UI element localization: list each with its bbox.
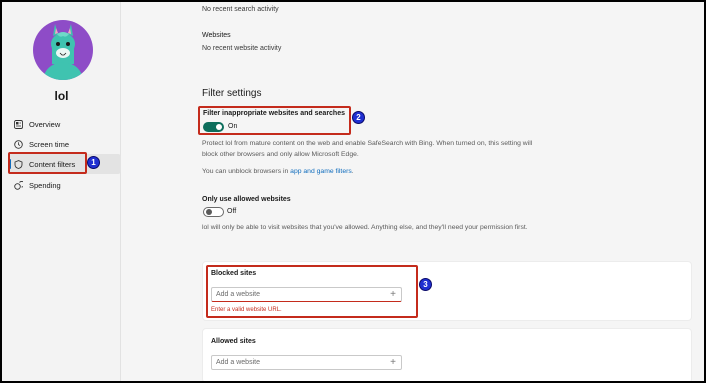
add-allowed-site-plus-icon[interactable]: + [390, 357, 396, 368]
allowed-only-state: Off [227, 208, 237, 215]
allowed-only-description: lol will only be able to visit websites … [202, 224, 528, 231]
allowed-sites-title: Allowed sites [211, 338, 256, 345]
unblock-suffix: . [351, 168, 354, 175]
main-content: No recent search activity Websites No re… [122, 2, 704, 381]
sidebar: lol Overview Screen time Content filters… [2, 2, 121, 381]
allowed-sites-placeholder: Add a website [216, 359, 260, 366]
highlight-box-filter-toggle [198, 106, 351, 135]
coins-icon [14, 180, 23, 190]
step-badge-2: 2 [352, 111, 365, 124]
websites-heading: Websites [202, 32, 231, 39]
allowed-only-label: Only use allowed websites [202, 196, 291, 203]
clock-icon [14, 139, 23, 149]
overview-icon [14, 119, 23, 129]
avatar [33, 20, 93, 80]
sidebar-item-label: Overview [29, 119, 61, 129]
highlight-box-blocked-sites [206, 265, 418, 318]
website-activity-empty: No recent website activity [202, 45, 282, 52]
step-badge-3: 3 [419, 278, 432, 291]
toggle-knob [206, 209, 212, 215]
allowed-sites-input[interactable]: Add a website + [211, 355, 402, 370]
sidebar-item-label: Spending [29, 180, 61, 190]
app-window: lol Overview Screen time Content filters… [0, 0, 706, 383]
profile-name: lol [54, 89, 69, 103]
llama-avatar-icon [43, 24, 83, 80]
step-badge-1: 1 [87, 156, 100, 169]
sidebar-item-overview[interactable]: Overview [8, 114, 121, 134]
app-and-game-filters-link[interactable]: app and game filters [290, 168, 352, 175]
filter-settings-title: Filter settings [202, 88, 262, 99]
highlight-box-content-filters [8, 152, 87, 174]
sidebar-item-screen-time[interactable]: Screen time [8, 134, 121, 154]
sidebar-item-label: Screen time [29, 139, 70, 149]
search-activity-empty: No recent search activity [202, 6, 279, 13]
allowed-websites-only-toggle[interactable] [203, 207, 224, 217]
unblock-browsers-text: You can unblock browsers in app and game… [202, 166, 542, 177]
unblock-prefix: You can unblock browsers in [202, 168, 291, 175]
sidebar-item-spending[interactable]: Spending [8, 175, 121, 195]
filter-description: Protect lol from mature content on the w… [202, 140, 533, 158]
